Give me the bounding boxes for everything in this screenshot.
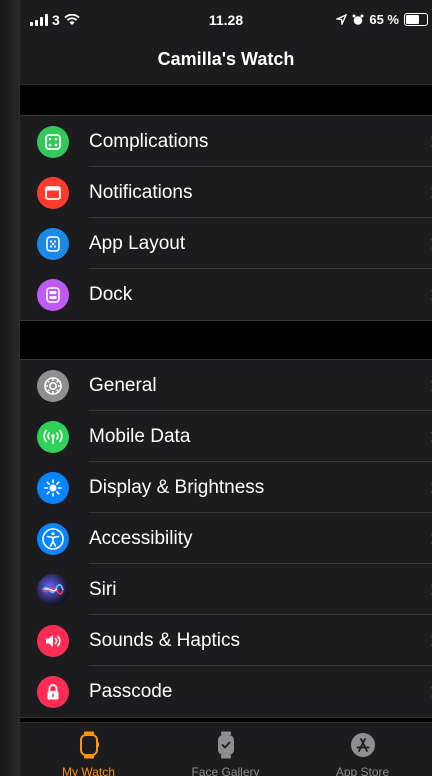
- row-dock[interactable]: Dock ›: [20, 269, 432, 320]
- sun-icon: [37, 472, 69, 504]
- siri-icon: [37, 574, 69, 606]
- row-label: Display & Brightness: [89, 477, 265, 498]
- row-general[interactable]: General ›: [20, 360, 432, 411]
- antenna-icon: [37, 421, 69, 453]
- row-passcode[interactable]: Passcode ›: [20, 666, 432, 717]
- row-complications[interactable]: Complications ›: [20, 116, 432, 167]
- gear-icon: [37, 370, 69, 402]
- speaker-icon: [37, 625, 69, 657]
- settings-group-general: General › Mobile Data › Display & Bright…: [20, 359, 432, 718]
- tab-my-watch[interactable]: My Watch: [20, 723, 157, 776]
- left-edge-shadow: [0, 0, 20, 776]
- watch-icon: [79, 731, 99, 759]
- alarm-icon: [352, 14, 364, 25]
- row-label: Siri: [89, 579, 117, 600]
- row-label: App Layout: [89, 233, 186, 254]
- tab-app-store[interactable]: App Store: [294, 723, 431, 776]
- row-label: Notifications: [89, 182, 193, 203]
- row-label: Accessibility: [89, 528, 193, 549]
- screen: 3 11.28 65 % Camilla's Watch Complicatio…: [20, 0, 432, 776]
- battery-percent: 65 %: [369, 12, 399, 27]
- tab-label: Face Gallery: [191, 765, 260, 776]
- face-gallery-icon: [217, 731, 234, 759]
- status-right: 65 %: [336, 12, 428, 27]
- location-arrow-icon: [336, 14, 348, 25]
- row-label: Dock: [89, 284, 133, 305]
- row-display-brightness[interactable]: Display & Brightness ›: [20, 462, 432, 513]
- page-title: Camilla's Watch: [157, 49, 295, 69]
- accessibility-icon: [37, 523, 69, 555]
- row-notifications[interactable]: Notifications ›: [20, 167, 432, 218]
- tab-label: App Store: [335, 765, 390, 776]
- complications-icon: [37, 126, 69, 158]
- app-layout-icon: [37, 228, 69, 260]
- app-store-icon: [350, 733, 375, 757]
- notifications-icon: [37, 177, 69, 209]
- row-label: General: [89, 375, 157, 396]
- row-label: Complications: [89, 131, 209, 152]
- row-label: Sounds & Haptics: [89, 630, 241, 651]
- row-sounds-haptics[interactable]: Sounds & Haptics ›: [20, 615, 432, 666]
- settings-group-watch: Complications › Notifications › App Layo…: [20, 115, 432, 321]
- tab-label: My Watch: [62, 765, 115, 776]
- row-label: Mobile Data: [89, 426, 191, 447]
- lock-icon: [37, 676, 69, 708]
- navigation-bar: Camilla's Watch: [20, 40, 432, 85]
- row-accessibility[interactable]: Accessibility ›: [20, 513, 432, 564]
- dock-icon: [37, 279, 69, 311]
- row-label: Passcode: [89, 681, 173, 702]
- status-bar: 3 11.28 65 %: [20, 0, 432, 40]
- battery-icon: [404, 13, 428, 26]
- tab-bar: My Watch Face Gallery App Store: [20, 722, 432, 776]
- row-mobile-data[interactable]: Mobile Data ›: [20, 411, 432, 462]
- tab-face-gallery[interactable]: Face Gallery: [157, 723, 294, 776]
- row-siri[interactable]: Siri ›: [20, 564, 432, 615]
- row-app-layout[interactable]: App Layout ›: [20, 218, 432, 269]
